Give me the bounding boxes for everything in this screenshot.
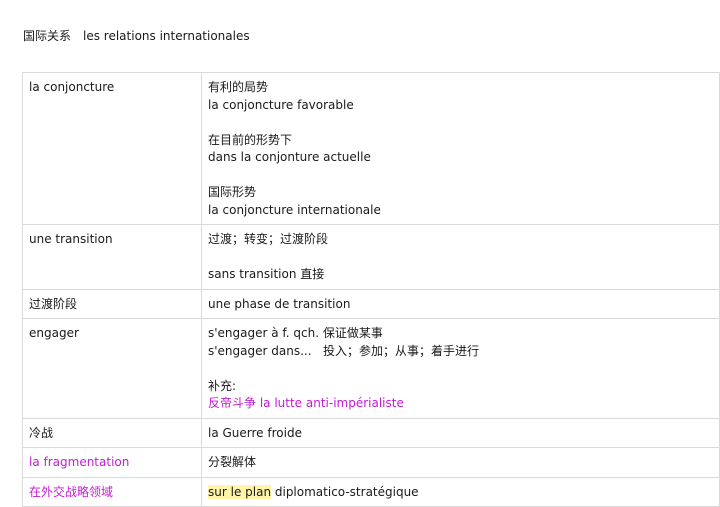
term-cell: une transition xyxy=(22,224,202,290)
term-cell: la conjoncture xyxy=(22,72,202,225)
highlighted-phrase: sur le plan xyxy=(208,484,272,499)
definition-cell: s'engager à f. qch. 保证做某事 s'engager dans… xyxy=(201,318,720,419)
page-title: 国际关系 les relations internationales xyxy=(23,27,250,44)
table-row: une transition 过渡；转变；过渡阶段 sans transitio… xyxy=(22,224,720,290)
term-cell: 冷战 xyxy=(22,417,202,448)
definition-cell: 分裂解体 xyxy=(201,447,720,478)
definition-line: 分裂解体 xyxy=(208,455,257,469)
definition-line: dans la conjonture actuelle xyxy=(208,150,371,164)
vocabulary-table: la conjoncture 有利的局势 la conjoncture favo… xyxy=(22,72,720,507)
definition-line: la Guerre froide xyxy=(208,425,302,440)
term-cell-magenta: la fragmentation xyxy=(22,447,202,478)
definition-line: la conjoncture favorable xyxy=(208,97,354,112)
definition-line: 补充: xyxy=(208,378,237,393)
table-row: la fragmentation 分裂解体 xyxy=(22,447,720,478)
definition-line: 有利的局势 xyxy=(208,80,269,94)
definition-cell: 过渡；转变；过渡阶段 sans transition 直接 xyxy=(201,224,720,290)
term-cell: 过渡阶段 xyxy=(22,288,202,319)
definition-cell: une phase de transition xyxy=(201,288,720,319)
definition-line: s'engager à f. qch. 保证做某事 xyxy=(208,326,383,340)
table-row: 在外交战略领域 sur le plan diplomatico-stratégi… xyxy=(22,476,720,507)
definition-line-magenta: 反帝斗争 la lutte anti-impérialiste xyxy=(208,396,404,410)
table-row: engager s'engager à f. qch. 保证做某事 s'enga… xyxy=(22,318,720,419)
definition-rest: diplomatico-stratégique xyxy=(271,484,419,499)
table-row: la conjoncture 有利的局势 la conjoncture favo… xyxy=(22,72,720,225)
definition-cell: 有利的局势 la conjoncture favorable 在目前的形势下 d… xyxy=(201,72,720,225)
term-cell: engager xyxy=(22,318,202,419)
definition-line: 国际形势 xyxy=(208,185,257,199)
title-chinese: 国际关系 xyxy=(23,29,72,43)
table-row: 过渡阶段 une phase de transition xyxy=(22,288,720,319)
definition-line: s'engager dans... 投入；参加；从事；着手进行 xyxy=(208,343,479,358)
definition-line: sans transition 直接 xyxy=(208,267,325,281)
definition-line: une phase de transition xyxy=(208,296,351,311)
definition-line: 在目前的形势下 xyxy=(208,132,293,147)
definition-cell: la Guerre froide xyxy=(201,417,720,448)
definition-cell: sur le plan diplomatico-stratégique xyxy=(201,476,720,507)
table-row: 冷战 la Guerre froide xyxy=(22,417,720,448)
definition-line: sur le plan diplomatico-stratégique xyxy=(208,484,713,502)
term-cell-magenta: 在外交战略领域 xyxy=(22,476,202,507)
definition-line: la conjoncture internationale xyxy=(208,202,381,217)
definition-line: 过渡；转变；过渡阶段 xyxy=(208,232,329,246)
title-french: les relations internationales xyxy=(83,29,250,43)
